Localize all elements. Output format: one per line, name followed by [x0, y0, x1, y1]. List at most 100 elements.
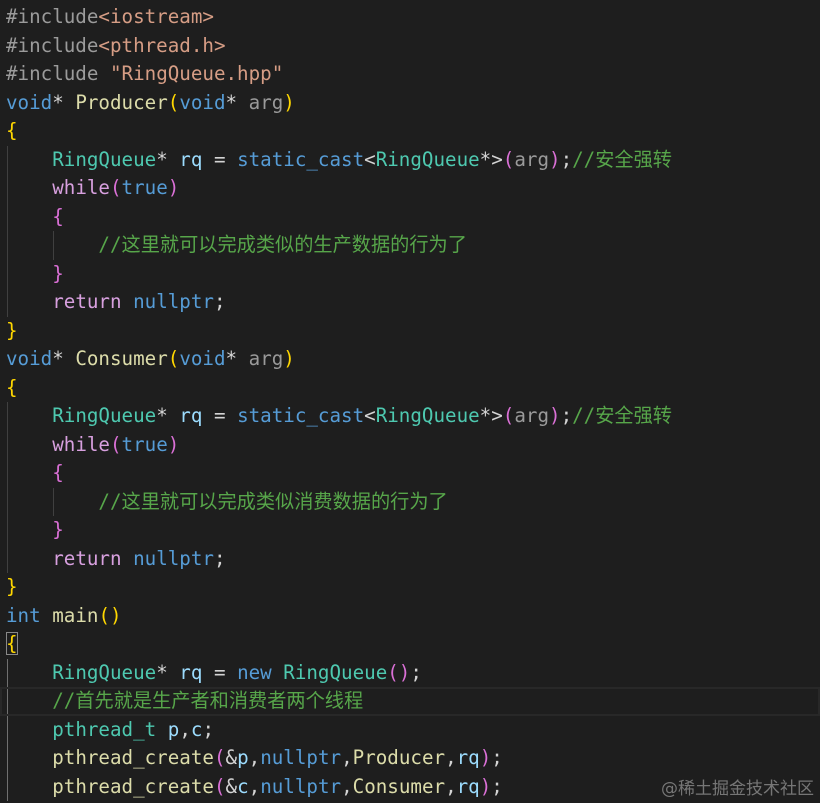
- matched-bracket: {: [6, 632, 18, 655]
- token-variable: rq: [456, 774, 480, 798]
- token-bracket: (: [502, 404, 515, 427]
- code-line[interactable]: RingQueue* rq = new RingQueue();: [0, 659, 820, 688]
- token-variable: p: [237, 746, 249, 769]
- token-comment: //这里就可以完成类似消费数据的行为了: [98, 489, 448, 513]
- token-punctuation: ,: [179, 717, 191, 741]
- code-line[interactable]: }: [0, 317, 820, 346]
- token-punctuation: =: [202, 404, 238, 427]
- token-bracket: {: [6, 375, 18, 399]
- token-keyword: true: [121, 176, 168, 199]
- token-punctuation: &: [225, 774, 238, 798]
- token-function: Consumer: [75, 347, 168, 370]
- token-control-keyword: while: [52, 176, 110, 199]
- token-punctuation: &: [225, 746, 238, 769]
- token-bracket: ): [283, 90, 295, 114]
- code-line[interactable]: void* Producer(void* arg): [0, 89, 820, 118]
- token-bracket: (): [98, 603, 122, 627]
- token-keyword: nullptr: [260, 774, 342, 798]
- token-variable: rq: [179, 404, 203, 427]
- token-bracket: (: [213, 746, 226, 769]
- token-punctuation: ;: [560, 404, 573, 427]
- code-area[interactable]: #include<iostream> #include<pthread.h> #in…: [0, 3, 820, 801]
- token-keyword: nullptr: [133, 290, 214, 313]
- code-line[interactable]: }: [0, 260, 820, 289]
- token-type: RingQueue: [52, 660, 157, 684]
- token-variable: rq: [179, 660, 203, 684]
- token-punctuation: [122, 290, 134, 313]
- token-bracket: ): [479, 746, 492, 769]
- token-bracket: }: [52, 518, 64, 541]
- code-line[interactable]: #include "RingQueue.hpp": [0, 60, 820, 89]
- code-line[interactable]: RingQueue* rq = static_cast<RingQueue*>(…: [0, 146, 820, 175]
- code-line[interactable]: //这里就可以完成类似的生产数据的行为了: [0, 231, 820, 260]
- token-punctuation: ;: [213, 290, 226, 313]
- token-bracket: ): [479, 774, 492, 798]
- code-line[interactable]: }: [0, 516, 820, 545]
- token-include-path: <pthread.h>: [98, 33, 226, 57]
- token-bracket: (: [109, 432, 122, 456]
- token-variable: c: [237, 774, 249, 798]
- code-line[interactable]: while(true): [0, 431, 820, 460]
- token-bracket: ): [549, 404, 561, 427]
- token-preprocessor: #include: [6, 5, 99, 28]
- code-line[interactable]: {: [0, 630, 820, 659]
- token-bracket: ): [283, 347, 295, 370]
- token-punctuation: ,: [445, 746, 457, 769]
- token-include-path: "RingQueue.hpp": [109, 62, 284, 85]
- code-line[interactable]: {: [0, 374, 820, 403]
- token-control-keyword: while: [52, 432, 110, 456]
- token-keyword: nullptr: [133, 546, 214, 570]
- code-line[interactable]: #include<pthread.h>: [0, 32, 820, 61]
- token-keyword: nullptr: [260, 746, 342, 769]
- token-keyword: new: [237, 660, 272, 684]
- code-line[interactable]: while(true): [0, 174, 820, 203]
- code-line[interactable]: {: [0, 117, 820, 146]
- token-comment: //安全强转: [572, 147, 672, 171]
- token-keyword: void: [179, 90, 226, 114]
- code-line[interactable]: }: [0, 573, 820, 602]
- token-type: RingQueue: [283, 660, 388, 684]
- token-variable: rq: [179, 147, 203, 171]
- token-punctuation: [98, 62, 110, 85]
- code-line[interactable]: {: [0, 203, 820, 232]
- code-line[interactable]: int main(): [0, 602, 820, 631]
- token-function: main: [52, 603, 99, 627]
- code-editor[interactable]: #include<iostream> #include<pthread.h> #in…: [0, 0, 820, 803]
- code-line[interactable]: RingQueue* rq = static_cast<RingQueue*>(…: [0, 402, 820, 431]
- token-include-path: <iostream>: [98, 5, 214, 28]
- token-function: pthread_create: [52, 774, 214, 798]
- code-line[interactable]: #include<iostream>: [0, 3, 820, 32]
- token-variable: rq: [456, 746, 480, 769]
- code-line[interactable]: return nullptr;: [0, 545, 820, 574]
- code-line[interactable]: pthread_create(&p,nullptr,Producer,rq);: [0, 744, 820, 773]
- token-punctuation: ,: [445, 774, 457, 798]
- code-line[interactable]: pthread_t p,c;: [0, 716, 820, 745]
- token-comment: //这里就可以完成类似的生产数据的行为了: [98, 233, 467, 256]
- token-punctuation: =: [202, 660, 238, 684]
- token-punctuation: *: [156, 404, 180, 427]
- token-parameter: arg: [514, 147, 549, 171]
- code-line[interactable]: return nullptr;: [0, 288, 820, 317]
- code-line[interactable]: //这里就可以完成类似消费数据的行为了: [0, 488, 820, 517]
- token-bracket: (): [387, 660, 411, 684]
- token-bracket: }: [6, 318, 18, 342]
- token-punctuation: [122, 547, 134, 570]
- token-punctuation: *: [52, 347, 76, 370]
- token-preprocessor: #include: [6, 33, 99, 57]
- token-preprocessor: #include: [6, 62, 99, 85]
- token-parameter: arg: [514, 404, 549, 427]
- token-punctuation: ;: [202, 717, 214, 741]
- code-line[interactable]: {: [0, 459, 820, 488]
- token-punctuation: <: [364, 404, 376, 427]
- code-line[interactable]: void* Consumer(void* arg): [0, 345, 820, 374]
- token-punctuation: ;: [213, 546, 226, 570]
- current-code-line[interactable]: //首先就是生产者和消费者两个线程: [0, 687, 820, 716]
- token-keyword: void: [6, 347, 53, 370]
